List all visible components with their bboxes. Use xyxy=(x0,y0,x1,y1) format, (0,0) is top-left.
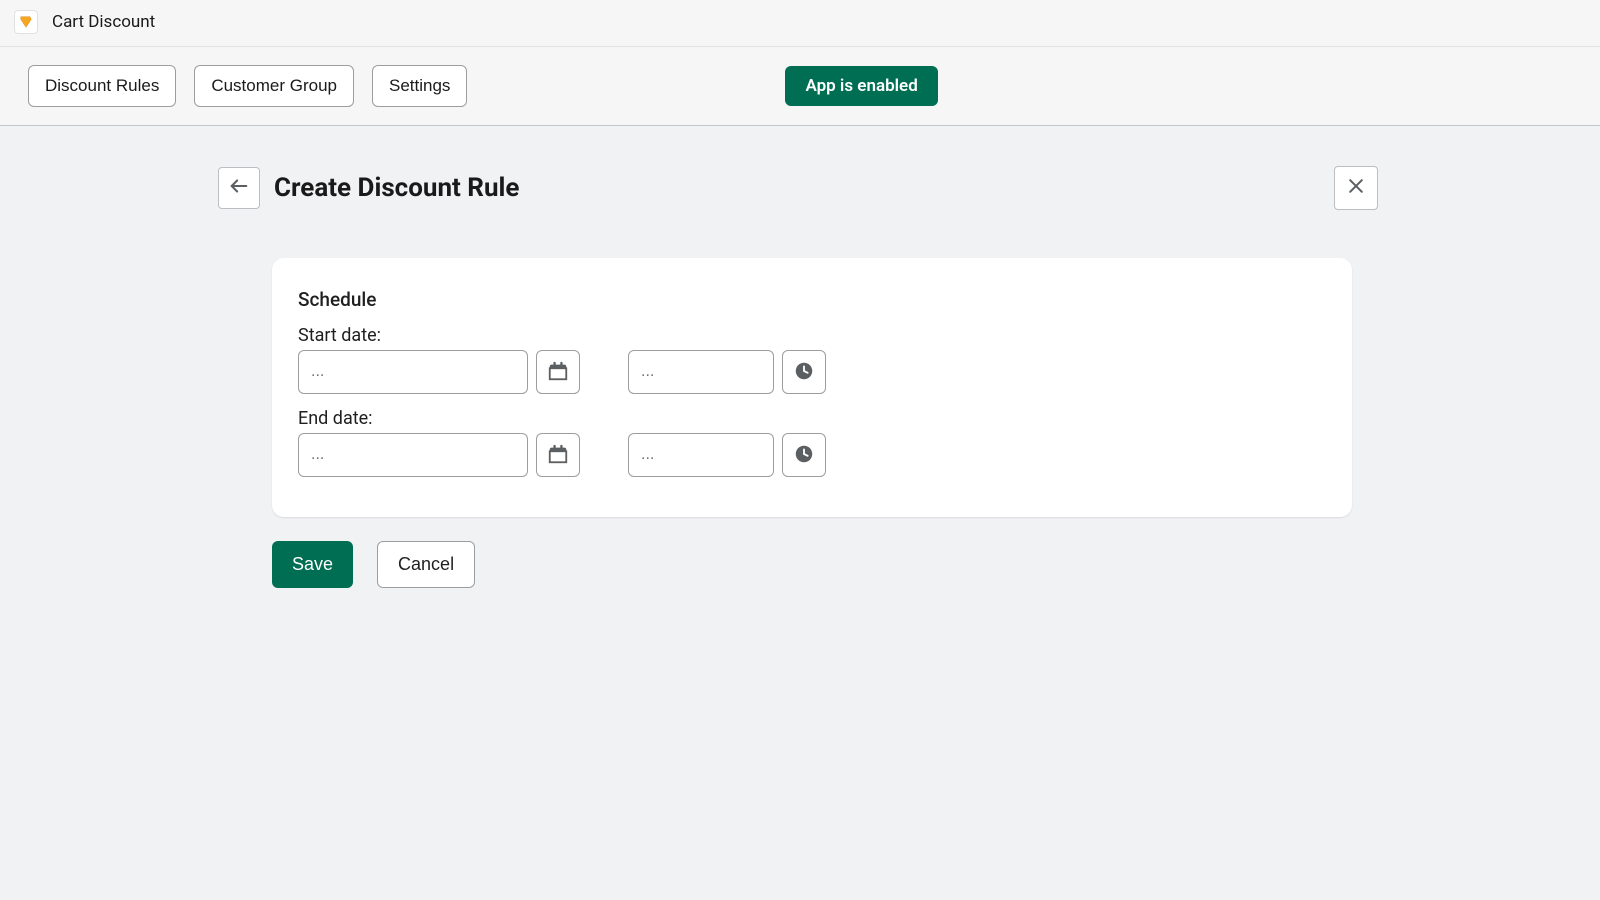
back-button[interactable] xyxy=(218,167,260,209)
end-date-picker-button[interactable] xyxy=(536,433,580,477)
save-button[interactable]: Save xyxy=(272,541,353,588)
app-status-pill: App is enabled xyxy=(785,66,937,106)
app-icon xyxy=(14,10,38,34)
close-icon xyxy=(1346,176,1366,200)
end-date-label: End date: xyxy=(298,408,1326,429)
arrow-left-icon xyxy=(228,175,250,201)
titlebar: Cart Discount xyxy=(0,0,1600,47)
cancel-button[interactable]: Cancel xyxy=(377,541,475,588)
start-date-input[interactable] xyxy=(298,350,528,394)
page-title: Create Discount Rule xyxy=(274,173,519,203)
footer-actions: Save Cancel xyxy=(272,541,1378,588)
nav-discount-rules[interactable]: Discount Rules xyxy=(28,65,176,107)
calendar-icon xyxy=(547,443,569,468)
clock-icon xyxy=(793,443,815,468)
nav-customer-group[interactable]: Customer Group xyxy=(194,65,354,107)
clock-icon xyxy=(793,360,815,385)
app-name: Cart Discount xyxy=(52,12,155,32)
nav-settings[interactable]: Settings xyxy=(372,65,467,107)
end-time-picker-button[interactable] xyxy=(782,433,826,477)
calendar-icon xyxy=(547,360,569,385)
end-date-input[interactable] xyxy=(298,433,528,477)
start-date-picker-button[interactable] xyxy=(536,350,580,394)
page-header: Create Discount Rule xyxy=(218,166,1378,210)
close-button[interactable] xyxy=(1334,166,1378,210)
content-area: Create Discount Rule Schedule Start date… xyxy=(0,126,1600,900)
start-time-picker-button[interactable] xyxy=(782,350,826,394)
end-time-input[interactable] xyxy=(628,433,774,477)
start-time-input[interactable] xyxy=(628,350,774,394)
schedule-card: Schedule Start date: xyxy=(272,258,1352,517)
navbar: Discount Rules Customer Group Settings A… xyxy=(0,47,1600,126)
schedule-section-title: Schedule xyxy=(298,288,1326,311)
start-date-label: Start date: xyxy=(298,325,1326,346)
